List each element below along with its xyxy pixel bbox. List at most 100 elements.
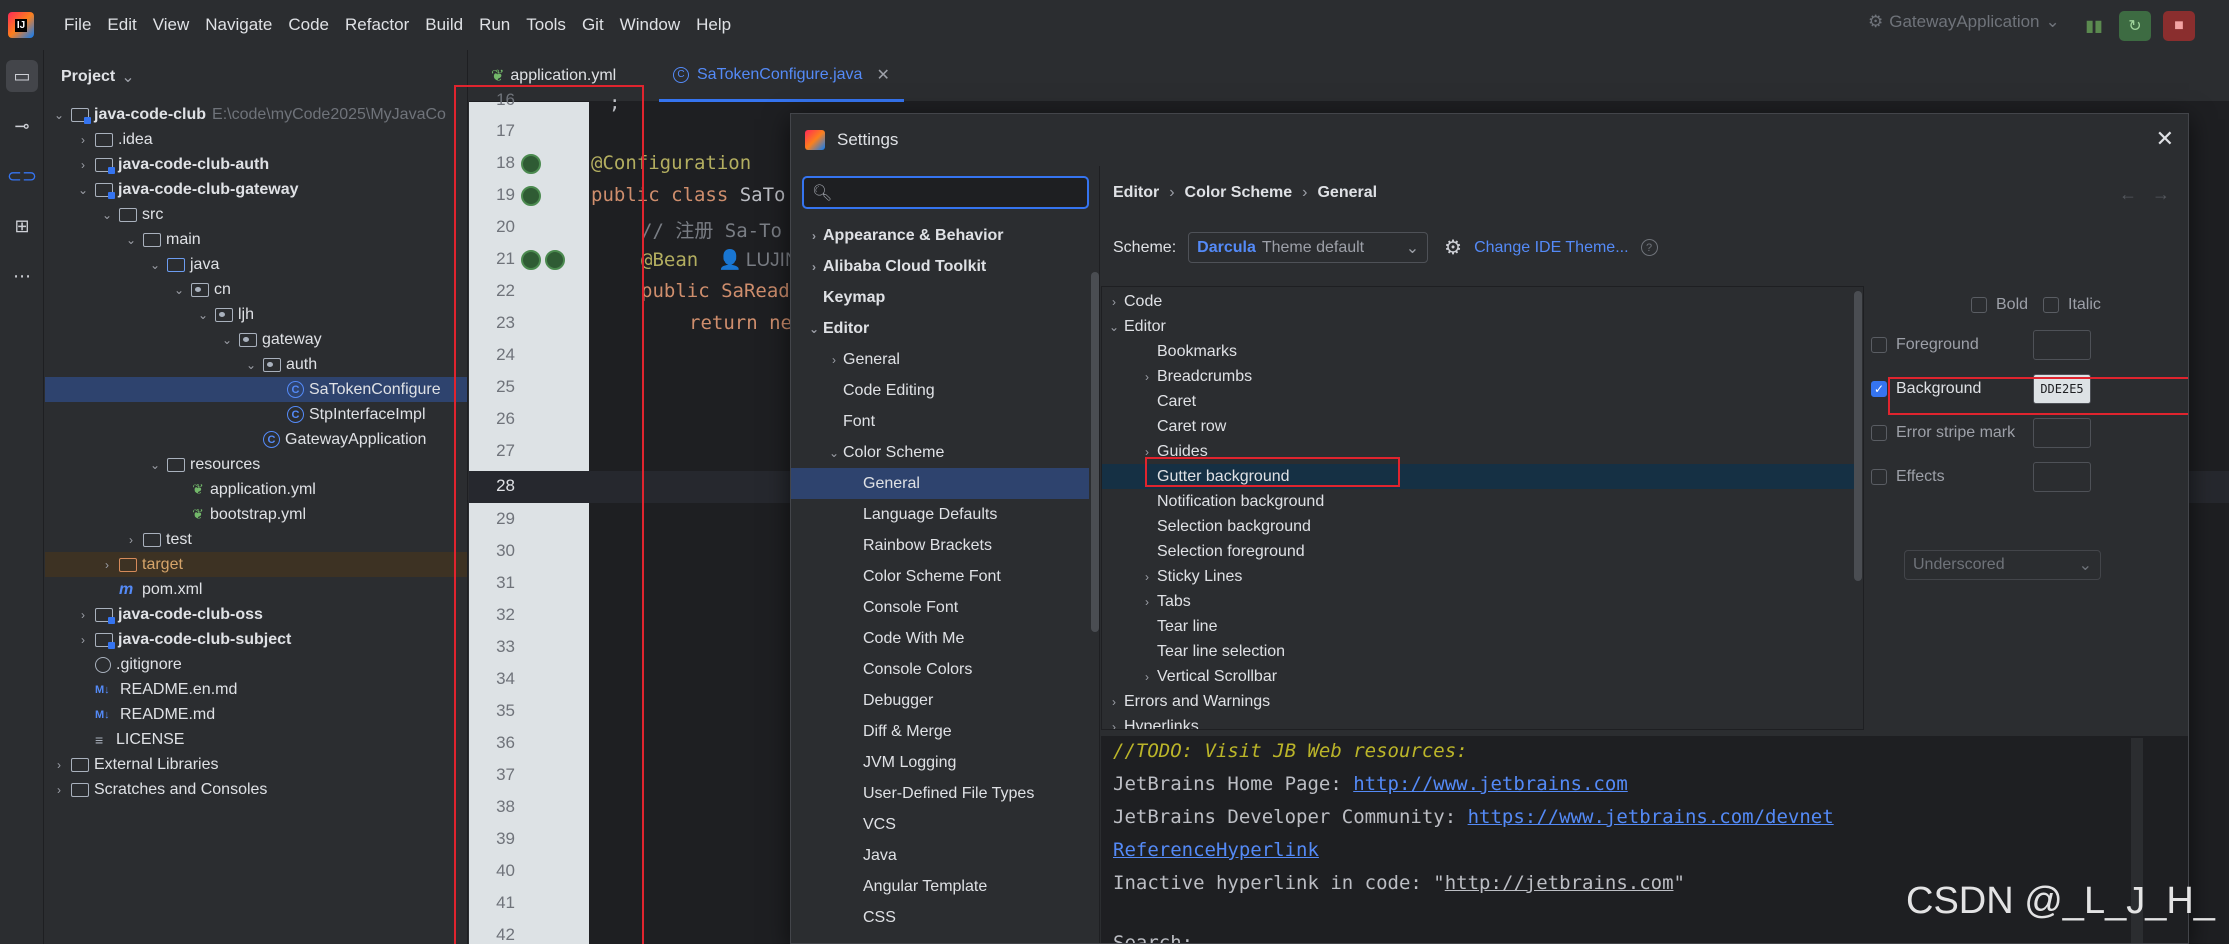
commit-icon[interactable]: ⊸ <box>6 110 38 142</box>
nav-code-with-me[interactable]: Code With Me <box>791 623 1089 654</box>
scheme-tree-caret-row[interactable]: Caret row <box>1102 414 1857 439</box>
tree-item-auth[interactable]: ⌄ auth <box>45 352 467 377</box>
nav-color-scheme-font[interactable]: Color Scheme Font <box>791 561 1089 592</box>
nav-angular-template[interactable]: Angular Template <box>791 871 1089 902</box>
breadcrumb-item[interactable]: Color Scheme <box>1185 184 1293 202</box>
scheme-tree-vertical-scrollbar[interactable]: › Vertical Scrollbar <box>1102 664 1857 689</box>
project-header[interactable]: Project ⌄ <box>45 50 467 104</box>
nav-java[interactable]: Java <box>791 840 1089 871</box>
menu-tools[interactable]: Tools <box>518 0 574 50</box>
scheme-tree-tabs[interactable]: › Tabs <box>1102 589 1857 614</box>
tree-item-auth-module[interactable]: › java-code-club-auth <box>45 152 467 177</box>
nav-user-defined-file-types[interactable]: User-Defined File Types <box>791 778 1089 809</box>
tree-item-satokenconfigure[interactable]: C SaTokenConfigure <box>45 377 467 402</box>
menu-file[interactable]: File <box>56 0 99 50</box>
more-icon[interactable]: ⋯ <box>6 260 38 292</box>
scheme-tree-notification-background[interactable]: Notification background <box>1102 489 1857 514</box>
tree-item-target[interactable]: › target <box>45 552 467 577</box>
nav-font[interactable]: Font <box>791 406 1089 437</box>
nav-console-colors[interactable]: Console Colors <box>791 654 1089 685</box>
tree-item-ljh[interactable]: ⌄ ljh <box>45 302 467 327</box>
scheme-tree-editor[interactable]: ⌄ Editor <box>1102 314 1857 339</box>
rerun-icon[interactable]: ↻ <box>2119 11 2151 41</box>
menu-view[interactable]: View <box>145 0 198 50</box>
tree-item-pom-xml[interactable]: m pom.xml <box>45 577 467 602</box>
error-stripe-checkbox[interactable]: Error stripe mark <box>1871 424 2015 442</box>
scheme-tree-tear-line-selection[interactable]: Tear line selection <box>1102 639 1857 664</box>
nav-jvm-logging[interactable]: JVM Logging <box>791 747 1089 778</box>
tree-item-test[interactable]: › test <box>45 527 467 552</box>
scheme-tree-code[interactable]: › Code <box>1102 289 1857 314</box>
menu-navigate[interactable]: Navigate <box>197 0 280 50</box>
tree-item-java-code-club[interactable]: ⌄ java-code-club E:\code\myCode2025\MyJava… <box>45 102 467 127</box>
spring-bean-icon[interactable] <box>521 250 541 270</box>
scheme-tree-sticky-lines[interactable]: › Sticky Lines <box>1102 564 1857 589</box>
settings-search-input[interactable]: 🔍︎ <box>802 176 1089 209</box>
scheme-tree-guides[interactable]: › Guides <box>1102 439 1857 464</box>
back-arrow-icon[interactable]: ← <box>2119 184 2137 204</box>
scheme-tree-breadcrumbs[interactable]: › Breadcrumbs <box>1102 364 1857 389</box>
tree-item-readme-en[interactable]: M↓ README.en.md <box>45 677 467 702</box>
nav-css[interactable]: CSS <box>791 902 1089 933</box>
effect-type-select[interactable]: Underscored ⌄ <box>1904 550 2101 580</box>
tree-item-cn[interactable]: ⌄ cn <box>45 277 467 302</box>
scheme-tree-selection-background[interactable]: Selection background <box>1102 514 1857 539</box>
preview-hyperlink[interactable]: http://www.jetbrains.com <box>1353 773 1628 795</box>
effects-color-swatch[interactable] <box>2033 462 2091 492</box>
spring-bean-icon[interactable] <box>521 154 541 174</box>
nav-editor-general[interactable]: › General <box>791 344 1089 375</box>
tree-item-readme[interactable]: M↓ README.md <box>45 702 467 727</box>
change-theme-link[interactable]: Change IDE Theme... <box>1474 239 1628 257</box>
tree-item-oss-module[interactable]: › java-code-club-oss <box>45 602 467 627</box>
italic-checkbox[interactable]: Italic <box>2043 296 2101 314</box>
tree-item-java[interactable]: ⌄ java <box>45 252 467 277</box>
tree-item-resources[interactable]: ⌄ resources <box>45 452 467 477</box>
nav-color-scheme[interactable]: ⌄ Color Scheme <box>791 437 1089 468</box>
tree-item-main[interactable]: ⌄ main <box>45 227 467 252</box>
tree-item-scratches[interactable]: › Scratches and Consoles <box>45 777 467 802</box>
menu-refactor[interactable]: Refactor <box>337 0 417 50</box>
foreground-checkbox[interactable]: Foreground <box>1871 336 1979 354</box>
background-color-swatch[interactable]: DDE2E5 <box>2033 374 2091 404</box>
background-checkbox[interactable]: ✓ Background <box>1871 380 1981 398</box>
run-configuration-selector[interactable]: ⚙ GatewayApplication ⌄ <box>1868 12 2060 32</box>
nav-color-scheme-general[interactable]: General <box>791 468 1089 499</box>
menu-edit[interactable]: Edit <box>99 0 144 50</box>
scheme-tree-hyperlinks[interactable]: › Hyperlinks <box>1102 714 1857 730</box>
nav-debugger[interactable]: Debugger <box>791 685 1089 716</box>
nav-appearance[interactable]: › Appearance & Behavior <box>791 220 1089 251</box>
project-folder-icon[interactable]: ▭ <box>6 60 38 92</box>
spring-bean-icon[interactable] <box>521 186 541 206</box>
nav-scrollbar[interactable] <box>1091 272 1099 632</box>
nav-keymap[interactable]: Keymap <box>791 282 1089 313</box>
close-icon[interactable]: ✕ <box>876 65 889 85</box>
nav-console-font[interactable]: Console Font <box>791 592 1089 623</box>
scheme-tree-errors-warnings[interactable]: › Errors and Warnings <box>1102 689 1857 714</box>
breadcrumb-item[interactable]: Editor <box>1113 184 1159 202</box>
alibaba-cloud-icon[interactable]: ⊂⊃ <box>6 160 38 192</box>
help-icon[interactable]: ? <box>1640 239 1658 256</box>
tab-satokenconfigure[interactable]: C SaTokenConfigure.java ✕ <box>659 50 904 102</box>
structure-icon[interactable]: ⊞ <box>6 210 38 242</box>
close-icon[interactable]: ✕ <box>2156 126 2174 152</box>
foreground-color-swatch[interactable] <box>2033 330 2091 360</box>
tree-item-gitignore[interactable]: .gitignore <box>45 652 467 677</box>
nav-code-editing[interactable]: Code Editing <box>791 375 1089 406</box>
error-stripe-color-swatch[interactable] <box>2033 418 2091 448</box>
spring-bean-icon[interactable] <box>545 250 565 270</box>
tree-item-bootstrap-yml[interactable]: ❦ bootstrap.yml <box>45 502 467 527</box>
tree-item-gatewayapplication[interactable]: C GatewayApplication <box>45 427 467 452</box>
tree-item-application-yml[interactable]: ❦ application.yml <box>45 477 467 502</box>
gear-icon[interactable]: ⚙ <box>1444 235 1462 260</box>
tree-item-src[interactable]: ⌄ src <box>45 202 467 227</box>
pause-icon[interactable]: ▮▮ <box>2078 11 2110 41</box>
tree-item-license[interactable]: ≡ LICENSE <box>45 727 467 752</box>
intellij-logo-icon[interactable]: IJ <box>8 12 34 38</box>
tree-item-gateway[interactable]: ⌄ gateway <box>45 327 467 352</box>
tree-item-idea[interactable]: › .idea <box>45 127 467 152</box>
nav-diff-merge[interactable]: Diff & Merge <box>791 716 1089 747</box>
tree-item-external-libraries[interactable]: › External Libraries <box>45 752 467 777</box>
menu-run[interactable]: Run <box>471 0 518 50</box>
forward-arrow-icon[interactable]: → <box>2152 184 2170 204</box>
preview-reference-hyperlink[interactable]: ReferenceHyperlink <box>1113 839 1319 861</box>
